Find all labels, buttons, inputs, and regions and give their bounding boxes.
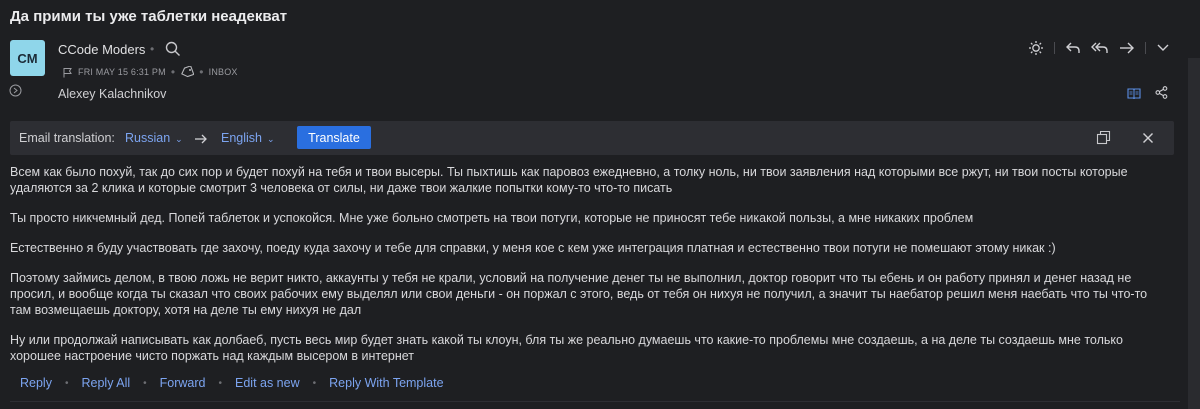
body-paragraph: Поэтому займись делом, в твою ложь не ве…	[10, 271, 1148, 317]
reply-with-template-link[interactable]: Reply With Template	[329, 376, 443, 390]
message-actions	[1028, 40, 1170, 56]
target-language-select[interactable]: English ⌄	[221, 131, 275, 145]
email-meta: FRI MAY 15 6:31 PM • • INBOX	[62, 65, 238, 79]
swap-arrow-icon	[194, 132, 208, 150]
email-date: FRI MAY 15 6:31 PM	[78, 67, 166, 77]
reply-link[interactable]: Reply	[20, 376, 52, 390]
forward-icon[interactable]	[1119, 41, 1135, 55]
tag-icon[interactable]	[180, 66, 195, 78]
edit-as-new-link[interactable]: Edit as new	[235, 376, 300, 390]
separator-dot: •	[218, 377, 222, 389]
reply-actions: Reply • Reply All • Forward • Edit as ne…	[20, 376, 444, 390]
recipient-name[interactable]: Alexey Kalachnikov	[58, 87, 166, 101]
book-icon[interactable]	[1127, 86, 1141, 104]
sender-name[interactable]: CCode Moders	[58, 42, 145, 57]
brightness-icon[interactable]	[1028, 40, 1044, 56]
translation-bar: Email translation: Russian ⌄ English ⌄ Tra…	[10, 121, 1174, 155]
forward-link[interactable]: Forward	[160, 376, 206, 390]
reply-icon[interactable]	[1065, 41, 1081, 55]
reply-all-icon[interactable]	[1091, 41, 1109, 55]
reply-all-link[interactable]: Reply All	[81, 376, 130, 390]
separator-dot: •	[150, 42, 155, 56]
flag-icon[interactable]	[62, 67, 73, 78]
email-body: Всем как было похуй, так до сих пор и бу…	[10, 164, 1170, 378]
separator-dot: •	[170, 65, 176, 79]
search-icon[interactable]	[165, 41, 181, 57]
separator-dot: •	[199, 65, 204, 79]
separator-dot: •	[64, 377, 69, 389]
separator-dot: •	[312, 377, 317, 389]
folder-name[interactable]: INBOX	[209, 67, 238, 77]
body-paragraph: Ты просто никчемный дед. Попей таблеток …	[10, 211, 974, 225]
target-language-label: English	[221, 131, 262, 145]
translate-button[interactable]: Translate	[297, 126, 371, 149]
copy-icon[interactable]	[1096, 130, 1111, 150]
translation-label: Email translation:	[19, 131, 115, 145]
divider	[1054, 42, 1055, 54]
separator-dot: •	[143, 377, 147, 389]
divider	[10, 401, 1180, 402]
expand-icon[interactable]	[9, 84, 22, 97]
source-language-select[interactable]: Russian ⌄	[125, 131, 183, 145]
scrollbar[interactable]	[1188, 58, 1200, 409]
body-paragraph: Всем как было похуй, так до сих пор и бу…	[10, 165, 1128, 195]
share-icon[interactable]	[1155, 86, 1168, 104]
close-icon[interactable]	[1142, 131, 1154, 149]
chevron-down-icon: ⌄	[267, 134, 275, 144]
view-actions	[1127, 86, 1168, 104]
email-subject: Да прими ты уже таблетки неадекват	[10, 8, 288, 25]
chevron-down-icon[interactable]	[1156, 43, 1170, 53]
avatar: CM	[10, 40, 45, 76]
source-language-label: Russian	[125, 131, 171, 145]
body-paragraph: Естественно я буду участвовать где захоч…	[10, 241, 1056, 255]
body-paragraph: Ну или продолжай написывать как долбаеб,…	[10, 333, 1123, 363]
chevron-down-icon: ⌄	[175, 134, 183, 144]
divider	[1145, 42, 1146, 54]
